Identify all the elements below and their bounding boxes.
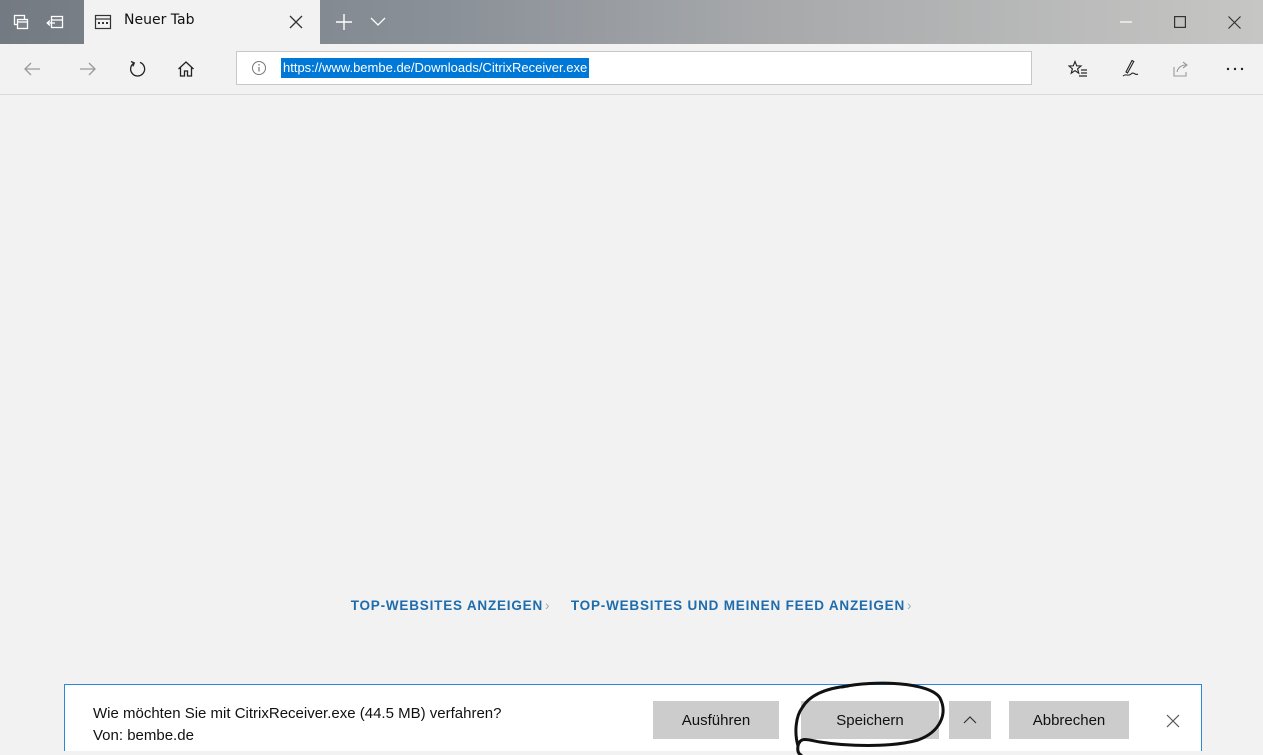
new-tab-plus-icon[interactable]: [330, 10, 358, 34]
title-bar: Neuer Tab: [0, 0, 1263, 44]
navigation-bar: https://www.bembe.de/Downloads/CitrixRec…: [0, 44, 1263, 95]
save-button[interactable]: Speichern: [801, 701, 939, 739]
chevron-right-icon: ›: [545, 598, 551, 613]
address-bar[interactable]: https://www.bembe.de/Downloads/CitrixRec…: [236, 51, 1032, 85]
forward-arrow-icon[interactable]: [72, 53, 104, 85]
url-text[interactable]: https://www.bembe.de/Downloads/CitrixRec…: [281, 58, 590, 78]
restore-tabs-icon[interactable]: [44, 11, 66, 33]
chevron-up-icon: [963, 716, 977, 724]
chevron-right-icon: ›: [907, 598, 913, 613]
save-options-button[interactable]: [949, 701, 991, 739]
show-top-sites-and-feed-link[interactable]: TOP-WEBSITES UND MEINEN FEED ANZEIGEN ›: [571, 598, 912, 613]
tab-title: Neuer Tab: [124, 12, 195, 28]
share-icon[interactable]: [1165, 53, 1197, 85]
more-dots-icon[interactable]: [1219, 53, 1251, 85]
tab-new-tab[interactable]: Neuer Tab: [84, 0, 320, 44]
home-icon[interactable]: [170, 53, 202, 85]
new-tab-page-icon: [94, 13, 112, 31]
window-close-icon[interactable]: [1211, 0, 1257, 44]
cancel-button[interactable]: Abbrechen: [1009, 701, 1129, 739]
refresh-icon[interactable]: [122, 53, 154, 85]
back-arrow-icon[interactable]: [16, 53, 48, 85]
tab-close-icon[interactable]: [284, 10, 308, 34]
download-notification-bar: Wie möchten Sie mit CitrixReceiver.exe (…: [64, 684, 1202, 751]
minimize-icon[interactable]: [1103, 0, 1149, 44]
maximize-icon[interactable]: [1157, 0, 1203, 44]
download-source: Von: bembe.de: [93, 727, 194, 744]
download-question: Wie möchten Sie mit CitrixReceiver.exe (…: [93, 705, 502, 722]
run-button[interactable]: Ausführen: [653, 701, 779, 739]
close-icon[interactable]: [1163, 711, 1183, 731]
info-icon[interactable]: [251, 60, 267, 76]
show-top-sites-link[interactable]: TOP-WEBSITES ANZEIGEN ›: [351, 598, 551, 613]
top-sites-links: TOP-WEBSITES ANZEIGEN › TOP-WEBSITES UND …: [0, 598, 1263, 613]
set-aside-tabs-icon[interactable]: [10, 11, 32, 33]
web-note-pen-icon[interactable]: [1114, 53, 1146, 85]
favorites-hub-icon[interactable]: [1062, 53, 1094, 85]
tab-preview-chevron-icon[interactable]: [364, 10, 392, 34]
